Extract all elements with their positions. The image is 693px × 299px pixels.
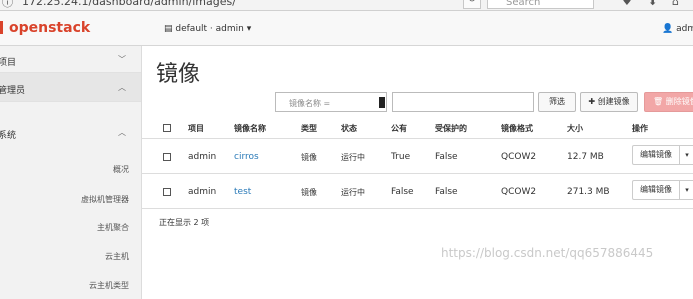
row-checkbox[interactable] (163, 188, 171, 196)
row-checkbox[interactable] (163, 153, 171, 161)
cell-size: 271.3 MB (567, 187, 610, 197)
browser-search-input[interactable]: Search (487, 0, 594, 9)
cell-public: True (391, 152, 411, 162)
cell-format: QCOW2 (501, 152, 537, 162)
row-actions-dropdown[interactable]: ▾ (679, 145, 693, 165)
caret-down-icon: ▾ (685, 186, 689, 194)
cell-protected: False (435, 152, 458, 162)
address-bar[interactable]: 172.25.24.1/dashboard/admin/images/ (22, 0, 236, 8)
column-header[interactable]: 受保护的 (435, 123, 467, 134)
reload-icon[interactable]: ↻ (463, 0, 481, 9)
row-actions-dropdown[interactable]: ▾ (679, 180, 693, 200)
filter-input[interactable] (392, 92, 534, 112)
sidebar-subitem-hypervisors[interactable]: 虚拟机管理器 (81, 194, 129, 205)
filter-field-select[interactable]: 镜像名称 = (275, 92, 387, 112)
openstack-logo-icon (0, 21, 3, 34)
column-header[interactable]: 公有 (391, 123, 407, 134)
cell-public: False (391, 187, 414, 197)
column-header[interactable]: 大小 (567, 123, 583, 134)
chevron-down-icon: ﹀ (118, 55, 126, 64)
user-icon: 👤 (662, 24, 674, 34)
main-content: 镜像 镜像名称 = 筛选 ✚ 创建镜像 🗑 删除镜像 项目 镜像名称 类型 状态… (141, 46, 693, 299)
sidebar-subitem-instances[interactable]: 云主机 (105, 251, 129, 262)
table-row: admin test 镜像 运行中 False False QCOW2 271.… (141, 174, 693, 209)
browser-toolbar: ⓘ 172.25.24.1/dashboard/admin/images/ ↻ … (0, 0, 693, 11)
sidebar-subitem-host-aggregates[interactable]: 主机聚合 (97, 222, 129, 233)
item-count: 正在显示 2 项 (159, 218, 210, 227)
sidebar-subitem-overview[interactable]: 概况 (113, 164, 129, 175)
cell-status: 运行中 (341, 153, 365, 162)
column-header: 操作 (632, 124, 648, 133)
edit-image-button[interactable]: 编辑镜像 (632, 180, 680, 200)
pocket-icon[interactable]: ♥ (622, 0, 632, 8)
column-header[interactable]: 类型 (301, 123, 317, 134)
table-header: 项目 镜像名称 类型 状态 公有 受保护的 镜像格式 大小 操作 (141, 116, 693, 139)
image-name-link[interactable]: cirros (234, 152, 259, 162)
column-header[interactable]: 镜像格式 (501, 123, 533, 134)
home-icon[interactable]: ⌂ (672, 0, 679, 8)
image-name-link[interactable]: test (234, 187, 251, 197)
project-icon: ▤ (164, 24, 173, 34)
openstack-logo[interactable]: openstack (0, 20, 90, 36)
top-navbar: openstack ▤ default · admin ▾ 👤 admin (0, 11, 693, 46)
sidebar-item-project[interactable]: 项目 ﹀ (0, 46, 141, 73)
sidebar-subitem-flavors[interactable]: 云主机类型 (89, 280, 129, 291)
caret-down-icon: ▾ (246, 24, 252, 34)
filter-button[interactable]: 筛选 (538, 92, 576, 112)
sidebar-item-admin[interactable]: 管理员 ︿ (0, 73, 141, 102)
plus-icon: ✚ (588, 97, 596, 106)
chevron-up-icon: ︿ (118, 128, 126, 137)
create-image-button[interactable]: ✚ 创建镜像 (580, 92, 638, 112)
sidebar: 项目 ﹀ 管理员 ︿ 系统 ︿ 概况 虚拟机管理器 主机聚合 云主机 云主机类型 (0, 46, 142, 299)
table-row: admin cirros 镜像 运行中 True False QCOW2 12.… (141, 139, 693, 174)
sidebar-item-system[interactable]: 系统 ︿ (0, 120, 141, 144)
cell-protected: False (435, 187, 458, 197)
cell-project: admin (188, 187, 217, 197)
cell-format: QCOW2 (501, 187, 537, 197)
edit-image-button[interactable]: 编辑镜像 (632, 145, 680, 165)
download-icon[interactable]: ⬇ (648, 0, 657, 8)
user-menu[interactable]: 👤 admin (662, 24, 693, 34)
delete-images-button[interactable]: 🗑 删除镜像 (644, 92, 693, 112)
cell-type: 镜像 (301, 188, 317, 197)
info-icon[interactable]: ⓘ (2, 0, 13, 10)
select-all-checkbox[interactable] (163, 124, 171, 132)
column-header[interactable]: 项目 (188, 123, 204, 134)
project-switcher[interactable]: ▤ default · admin ▾ (164, 24, 251, 34)
cell-status: 运行中 (341, 188, 365, 197)
column-header[interactable]: 状态 (341, 123, 357, 134)
select-caret-icon (379, 97, 385, 108)
watermark: https://blog.csdn.net/qq657886445 (441, 246, 654, 260)
column-header[interactable]: 镜像名称 (234, 123, 266, 134)
chevron-up-icon: ︿ (118, 83, 126, 92)
trash-icon: 🗑 (653, 97, 664, 106)
caret-down-icon: ▾ (685, 151, 689, 159)
cell-size: 12.7 MB (567, 152, 604, 162)
cell-project: admin (188, 152, 217, 162)
cell-type: 镜像 (301, 153, 317, 162)
page-title: 镜像 (156, 62, 201, 87)
